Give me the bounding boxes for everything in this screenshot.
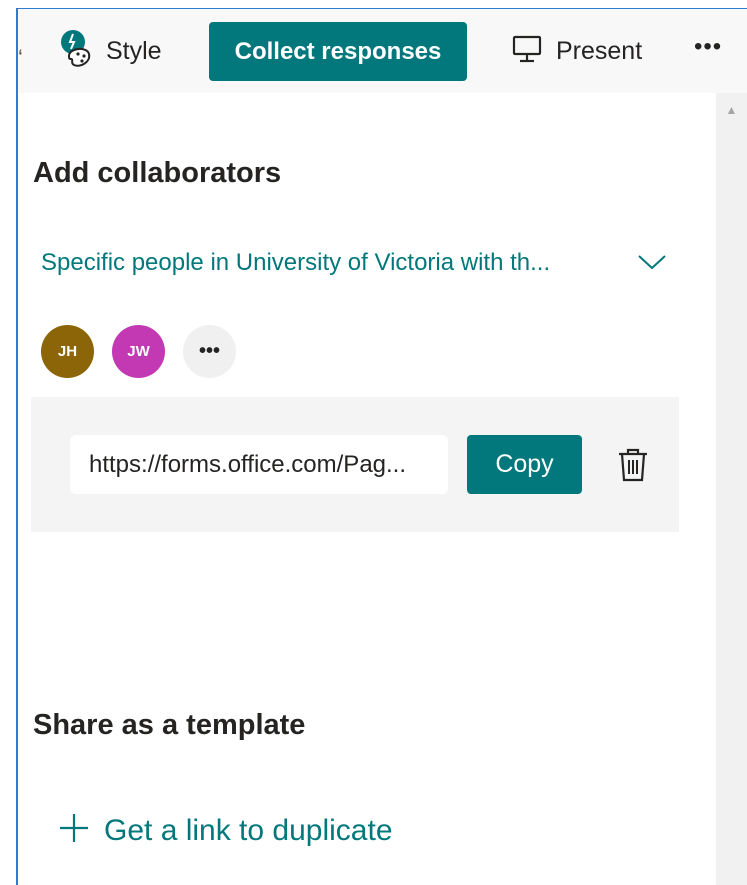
scroll-up-arrow[interactable]: ▲ [716,103,747,117]
avatar[interactable]: JW [112,325,165,378]
collaborator-avatars: JH JW ••• [41,325,236,378]
permission-dropdown[interactable]: Specific people in University of Victori… [41,240,671,286]
trash-icon[interactable] [616,447,650,483]
toolbar: ‘ Style Collect responses Present ••• [18,9,747,93]
scrollbar[interactable]: ▲ [716,93,747,885]
get-duplicate-link-label: Get a link to duplicate [104,813,393,847]
more-collaborators-button[interactable]: ••• [183,325,236,378]
add-collaborators-heading: Add collaborators [33,157,282,189]
share-link-field[interactable]: https://forms.office.com/Pag... [70,435,448,494]
palette-icon [58,28,96,75]
share-template-heading: Share as a template [33,709,306,741]
chevron-down-icon [637,252,667,277]
avatar[interactable]: JH [41,325,94,378]
more-options-button[interactable]: ••• [694,33,722,61]
present-label: Present [556,36,643,65]
copy-button[interactable]: Copy [467,435,582,494]
monitor-icon [512,34,542,69]
get-duplicate-link-button[interactable]: Get a link to duplicate [58,812,393,849]
window-left-border [16,8,18,885]
style-label: Style [106,36,162,65]
permission-dropdown-value: Specific people in University of Victori… [41,249,551,276]
share-link-panel: https://forms.office.com/Pag... Copy [31,397,679,532]
present-button[interactable]: Present [512,27,642,75]
collect-responses-button[interactable]: Collect responses [209,22,467,81]
toolbar-cut-glyph: ‘ [18,45,23,70]
plus-icon [58,812,90,849]
style-button[interactable]: Style [58,27,162,75]
